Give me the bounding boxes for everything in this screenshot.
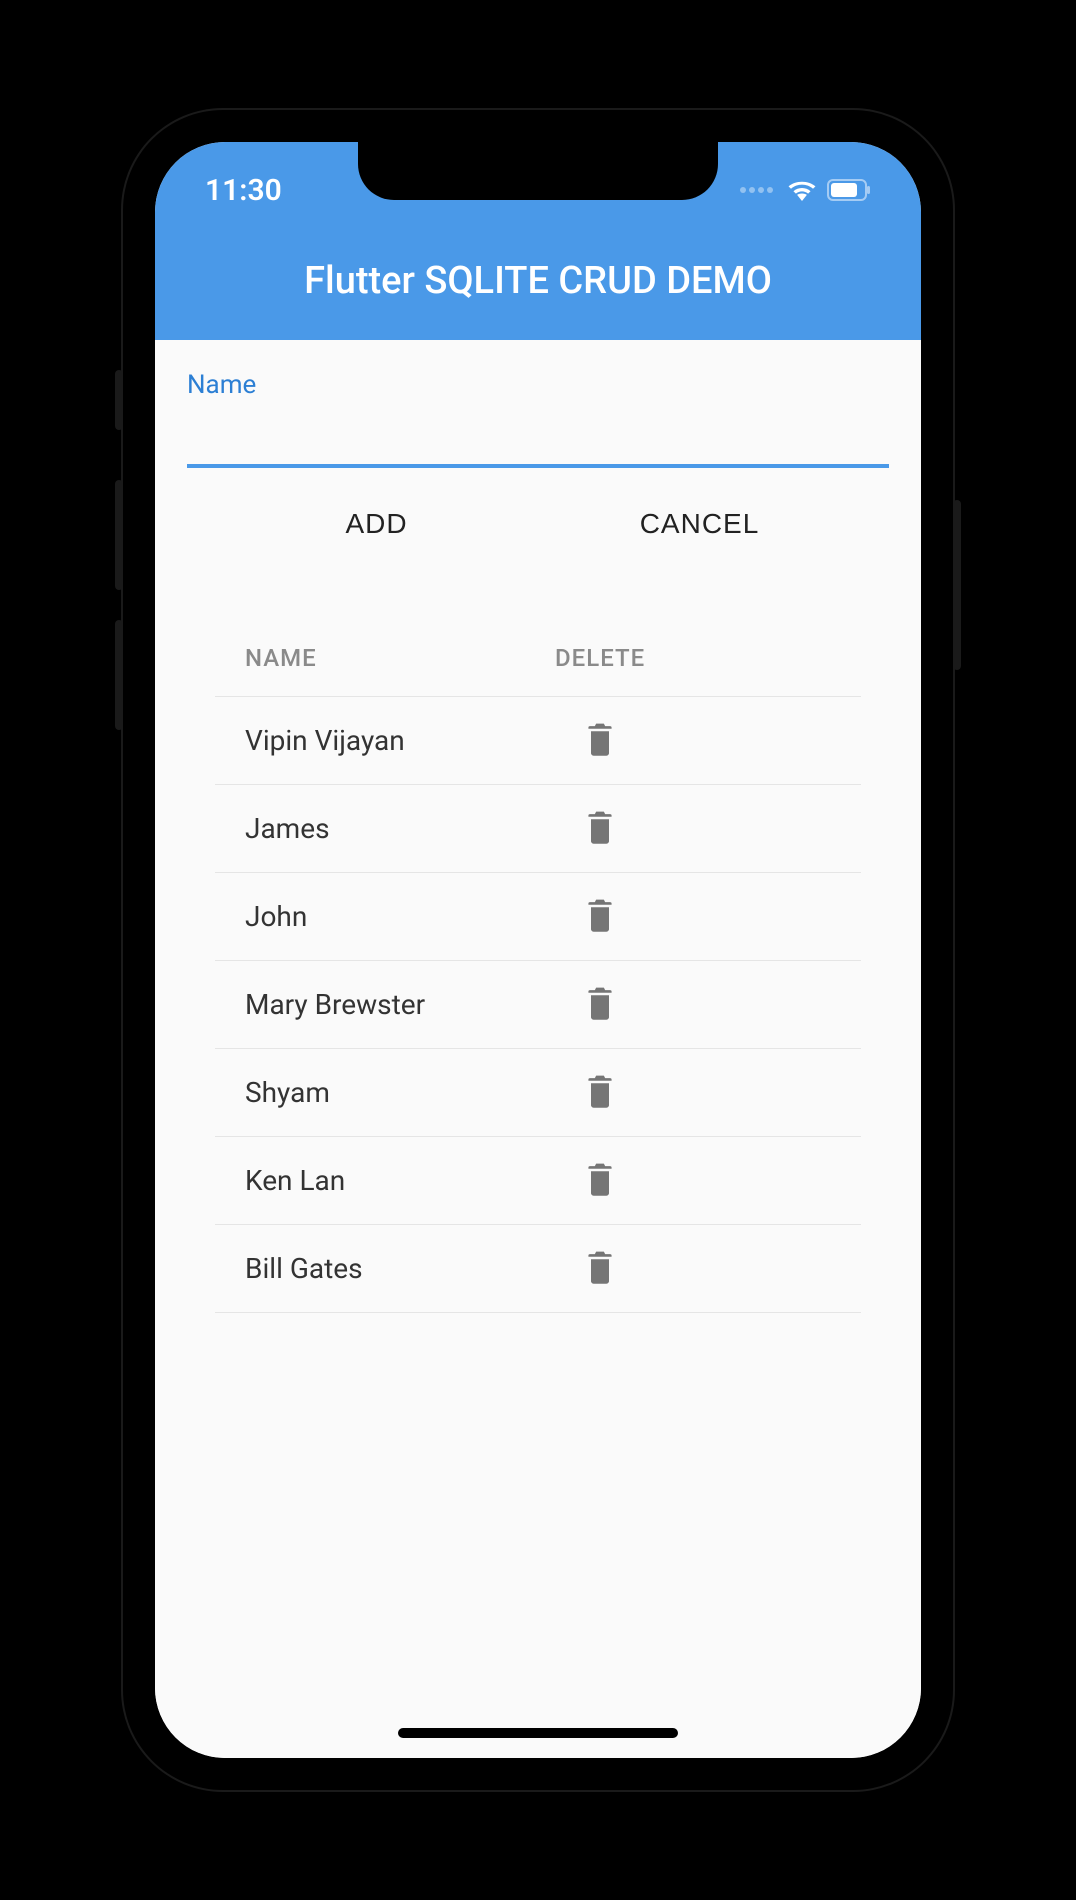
home-indicator[interactable]	[398, 1728, 678, 1738]
name-input[interactable]	[187, 408, 889, 468]
app-bar: Flutter SQLITE CRUD DEMO	[155, 222, 921, 340]
phone-frame: 11:30	[123, 110, 953, 1790]
table-row[interactable]: Ken Lan	[215, 1137, 861, 1225]
table-header: NAME DELETE	[215, 620, 861, 697]
row-name-cell: Vipin Vijayan	[245, 724, 555, 757]
table-row[interactable]: John	[215, 873, 861, 961]
content-area: Name ADD CANCEL NAME DELETE Vipin Vijaya…	[155, 340, 921, 1758]
phone-side-button	[953, 500, 961, 670]
add-button[interactable]: ADD	[215, 488, 538, 560]
delete-button[interactable]	[584, 897, 616, 936]
button-row: ADD CANCEL	[155, 488, 921, 560]
row-name-cell: John	[245, 900, 555, 933]
status-icons	[740, 179, 871, 201]
column-header-delete: DELETE	[555, 644, 645, 672]
status-time: 11:30	[205, 173, 282, 208]
phone-side-button	[115, 370, 123, 430]
phone-inner: 11:30	[143, 130, 933, 1770]
signal-dots-icon	[740, 187, 773, 193]
table-body: Vipin Vijayan James John Mary Brewster S…	[215, 697, 861, 1313]
table-row[interactable]: Vipin Vijayan	[215, 697, 861, 785]
phone-side-button	[115, 620, 123, 730]
row-name-cell: Shyam	[245, 1076, 555, 1109]
table-row[interactable]: Shyam	[215, 1049, 861, 1137]
table-row[interactable]: James	[215, 785, 861, 873]
table-row[interactable]: Bill Gates	[215, 1225, 861, 1313]
form-area: Name	[155, 370, 921, 488]
delete-button[interactable]	[584, 721, 616, 760]
phone-side-button	[115, 480, 123, 590]
row-name-cell: Bill Gates	[245, 1252, 555, 1285]
row-name-cell: Ken Lan	[245, 1164, 555, 1197]
column-header-name: NAME	[245, 644, 555, 672]
delete-button[interactable]	[584, 985, 616, 1024]
trash-icon	[584, 1161, 616, 1197]
trash-icon	[584, 809, 616, 845]
delete-button[interactable]	[584, 809, 616, 848]
data-table: NAME DELETE Vipin Vijayan James John Mar…	[155, 620, 921, 1313]
trash-icon	[584, 1249, 616, 1285]
cancel-button[interactable]: CANCEL	[538, 488, 861, 560]
screen: 11:30	[155, 142, 921, 1758]
delete-button[interactable]	[584, 1161, 616, 1200]
row-name-cell: James	[245, 812, 555, 845]
trash-icon	[584, 1073, 616, 1109]
phone-notch	[358, 142, 718, 200]
battery-icon	[827, 179, 871, 201]
trash-icon	[584, 897, 616, 933]
wifi-icon	[787, 179, 817, 201]
app-title: Flutter SQLITE CRUD DEMO	[304, 259, 772, 303]
delete-button[interactable]	[584, 1073, 616, 1112]
trash-icon	[584, 721, 616, 757]
trash-icon	[584, 985, 616, 1021]
name-input-label: Name	[187, 370, 889, 400]
table-row[interactable]: Mary Brewster	[215, 961, 861, 1049]
delete-button[interactable]	[584, 1249, 616, 1288]
row-name-cell: Mary Brewster	[245, 988, 555, 1021]
